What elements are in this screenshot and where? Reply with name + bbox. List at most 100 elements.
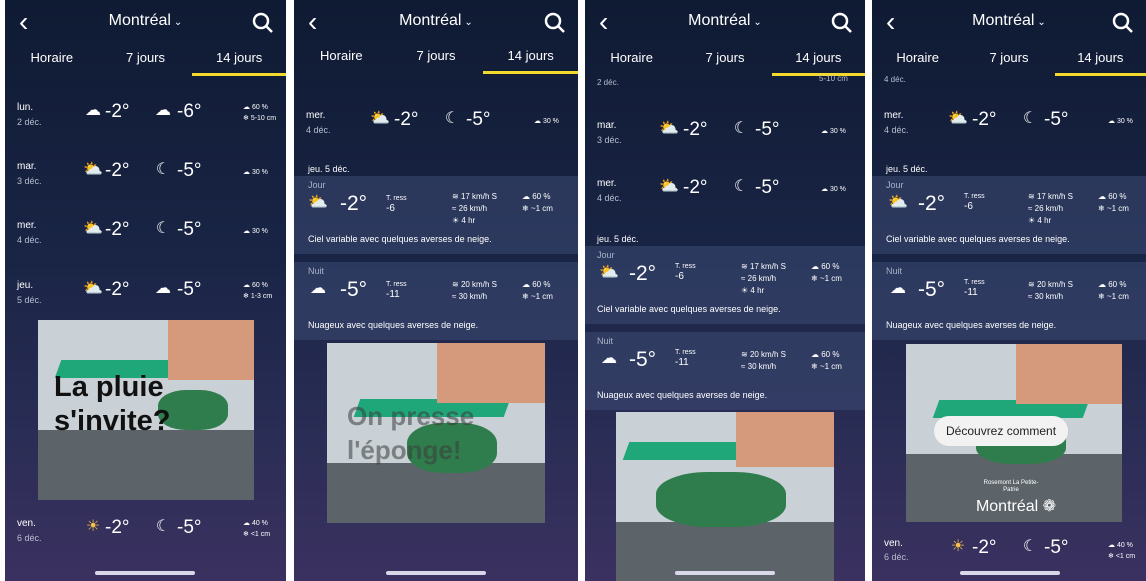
detail-night-card: Nuit ☁ -5° T. ress -11 ≋ 20 km/h S ≈ 30 km… bbox=[585, 332, 865, 410]
feels-like: T. ress -6 bbox=[386, 195, 407, 214]
ad-banner[interactable] bbox=[616, 412, 834, 581]
wind-info: ≋ 20 km/h S ≈ 30 km/h bbox=[1028, 280, 1073, 301]
feels-like: T. ress -11 bbox=[386, 281, 407, 300]
wind-info: ≋ 20 km/h S ≈ 30 km/h bbox=[741, 350, 786, 371]
date-label: 4 déc. bbox=[17, 235, 42, 245]
precip-info: ☁ 40 % ❄ <1 cm bbox=[243, 520, 271, 538]
tab-7-jours[interactable]: 7 jours bbox=[678, 44, 771, 76]
day-row-mar[interactable]: mar. 3 déc. ⛅ -2° ☾ -5° ☁ 30 % bbox=[5, 155, 286, 205]
low-temp: -5° bbox=[1044, 109, 1069, 130]
low-temp: -5° bbox=[755, 177, 780, 198]
tab-7-jours[interactable]: 7 jours bbox=[963, 44, 1054, 76]
home-indicator[interactable] bbox=[675, 571, 775, 575]
precip-info: ☁ 30 % bbox=[821, 186, 846, 193]
detail-night-card: Nuit ☁ -5° T. ress -11 ≋ 20 km/h S ≈ 30 km… bbox=[872, 262, 1146, 340]
sun-cloud-icon: ⛅ bbox=[948, 110, 968, 127]
moon-cloud-icon: ☾ bbox=[155, 161, 171, 178]
home-indicator[interactable] bbox=[386, 571, 486, 575]
city-selector[interactable]: Montréal ⌄ bbox=[585, 12, 865, 30]
moon-icon: ☾ bbox=[733, 178, 749, 195]
ad-banner[interactable]: Découvrez comment Rosemont La Petite-Pat… bbox=[906, 344, 1122, 522]
day-row-ven[interactable]: ven. 6 déc. ☀ -2° ☾ -5° ☁ 40 % ❄ <1 cm bbox=[5, 512, 286, 562]
detail-heading: jeu. 5 déc. bbox=[886, 164, 928, 174]
home-indicator[interactable] bbox=[960, 571, 1060, 575]
ad-banner[interactable]: La pluie s'invite? bbox=[38, 320, 254, 500]
tab-horaire[interactable]: Horaire bbox=[872, 44, 963, 76]
high-temp: -2° bbox=[105, 517, 130, 538]
tab-14-jours[interactable]: 14 jours bbox=[483, 42, 578, 74]
tab-horaire[interactable]: Horaire bbox=[585, 44, 678, 76]
precip-info: ☁ 40 % ❄ <1 cm bbox=[1108, 542, 1136, 560]
search-icon[interactable] bbox=[1112, 12, 1134, 34]
day-row-lun[interactable]: lun. 2 déc. ☁ -2° ☁ -6° ☁ 60 % ❄ 5-10 cm bbox=[5, 96, 286, 146]
tab-bar: Horaire 7 jours 14 jours bbox=[294, 42, 578, 74]
period-description: Nuageux avec quelques averses de neige. bbox=[308, 320, 479, 330]
high-temp: -2° bbox=[683, 119, 708, 140]
ad-building bbox=[1016, 344, 1122, 404]
high-temp: -2° bbox=[105, 160, 130, 181]
tab-14-jours[interactable]: 14 jours bbox=[1054, 44, 1146, 76]
feels-like: T. ress -6 bbox=[964, 193, 985, 212]
city-selector[interactable]: Montréal ⌄ bbox=[294, 12, 578, 30]
period-label: Jour bbox=[886, 180, 904, 190]
city-name: Montréal bbox=[972, 12, 1035, 29]
date-label: 6 déc. bbox=[17, 533, 42, 543]
feels-like: T. ress -6 bbox=[675, 263, 696, 282]
sun-cloud-icon: ⛅ bbox=[370, 110, 390, 127]
day-row-mar[interactable]: mar. 3 déc. ⛅ -2° ☾ -5° ☁ 30 % bbox=[585, 114, 865, 164]
precip-info: ☁ 60 % ❄ ~1 cm bbox=[1098, 192, 1129, 213]
high-temp: -2° bbox=[972, 109, 997, 130]
period-temp: -2° bbox=[918, 192, 946, 215]
home-indicator[interactable] bbox=[95, 571, 195, 575]
tab-horaire[interactable]: Horaire bbox=[5, 44, 99, 76]
tab-7-jours[interactable]: 7 jours bbox=[389, 42, 484, 74]
tab-14-jours[interactable]: 14 jours bbox=[771, 44, 865, 76]
low-temp: -5° bbox=[1044, 537, 1069, 558]
montreal-logo: Montréal ❁ bbox=[975, 498, 1057, 515]
low-temp: -5° bbox=[177, 219, 202, 240]
date-label: 5 déc. bbox=[17, 295, 42, 305]
ad-headline: La pluie s'invite? bbox=[54, 371, 171, 437]
tab-7-jours[interactable]: 7 jours bbox=[99, 44, 193, 76]
snow-cloud-icon: ☁ bbox=[85, 102, 101, 119]
city-selector[interactable]: Montréal ⌄ bbox=[5, 12, 286, 30]
sun-cloud-icon: ⛅ bbox=[83, 161, 103, 178]
discover-button[interactable]: Découvrez comment bbox=[934, 416, 1069, 446]
moon-cloud-icon: ☾ bbox=[155, 518, 171, 535]
low-temp: -5° bbox=[177, 160, 202, 181]
day-label: mer. bbox=[597, 178, 617, 189]
low-temp: -6° bbox=[177, 101, 202, 122]
day-label: mer. bbox=[884, 110, 904, 121]
period-temp: -5° bbox=[340, 278, 368, 301]
detail-night-card: Nuit ☁ -5° T. ress -11 ≋ 20 km/h S ≈ 30 km… bbox=[294, 262, 578, 340]
tab-horaire[interactable]: Horaire bbox=[294, 42, 389, 74]
ad-building bbox=[437, 343, 545, 403]
day-row-jeu[interactable]: jeu. 5 déc. ⛅ -2° ☁ -5° ☁ 60 % ❄ 1-3 cm bbox=[5, 274, 286, 324]
low-temp: -5° bbox=[466, 109, 491, 130]
day-label: mer. bbox=[17, 220, 37, 231]
search-icon[interactable] bbox=[831, 12, 853, 34]
day-row-mer[interactable]: mer. 4 déc. ⛅ -2° ☾ -5° ☁ 30 % bbox=[872, 104, 1146, 154]
precip-info: ☁ 60 % ❄ 5-10 cm bbox=[243, 104, 277, 122]
search-icon[interactable] bbox=[252, 12, 274, 34]
day-label: ven. bbox=[17, 518, 36, 529]
city-selector[interactable]: Montréal ⌄ bbox=[872, 12, 1146, 30]
day-row-mer[interactable]: mer. 4 déc. ⛅ -2° ☾ -5° ☁ 30 % bbox=[294, 104, 578, 154]
ad-building bbox=[736, 412, 834, 467]
snow-cloud-icon: ☁ bbox=[155, 280, 171, 297]
day-row-mer[interactable]: mer. 4 déc. ⛅ -2° ☾ -5° ☁ 30 % bbox=[5, 214, 286, 264]
chevron-down-icon: ⌄ bbox=[753, 17, 762, 28]
detail-day-card: Jour ⛅ -2° T. ress -6 ≋ 17 km/h S ≈ 26 km/… bbox=[872, 176, 1146, 254]
ad-banner[interactable]: On presse l'éponge! bbox=[327, 343, 545, 523]
high-temp: -2° bbox=[972, 537, 997, 558]
date-label: 4 déc. bbox=[884, 125, 909, 135]
tab-14-jours[interactable]: 14 jours bbox=[192, 44, 286, 76]
high-temp: -2° bbox=[394, 109, 419, 130]
day-row-mer[interactable]: mer. 4 déc. ⛅ -2° ☾ -5° ☁ 30 % bbox=[585, 172, 865, 222]
sun-cloud-icon: ⛅ bbox=[83, 280, 103, 297]
feels-like: T. ress -11 bbox=[964, 279, 985, 298]
search-icon[interactable] bbox=[544, 12, 566, 34]
day-label: mar. bbox=[597, 120, 617, 131]
chevron-down-icon: ⌄ bbox=[1037, 17, 1046, 28]
sun-snow-icon: ⛅ bbox=[888, 194, 908, 211]
